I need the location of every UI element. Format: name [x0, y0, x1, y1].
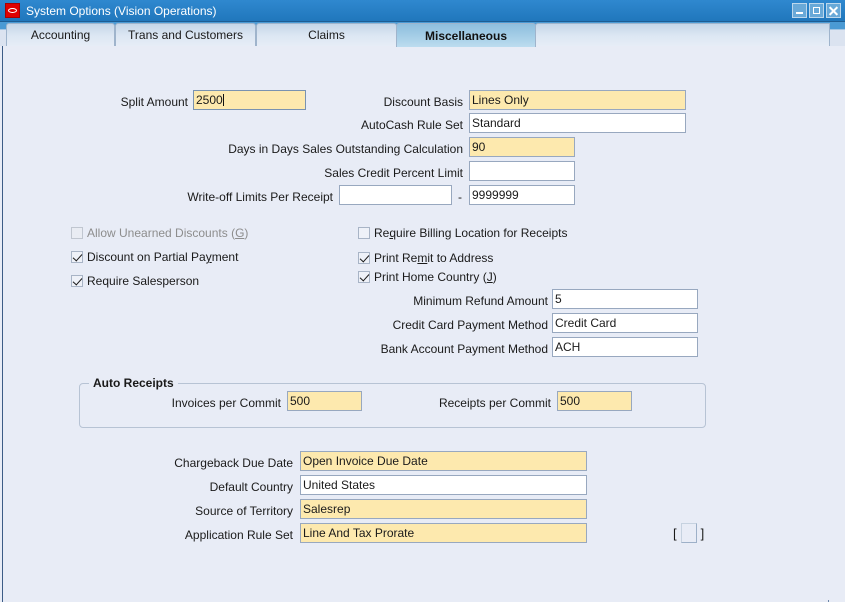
receipts-per-commit-label: Receipts per Commit [398, 396, 551, 410]
default-country-input[interactable]: United States [300, 475, 587, 495]
writeoff-limits-separator: - [458, 190, 462, 204]
tab-label: Trans and Customers [128, 28, 243, 42]
checkbox-box [71, 227, 83, 239]
discount-basis-label: Discount Basis [303, 95, 463, 109]
default-country-label: Default Country [113, 480, 293, 494]
sales-credit-percent-limit-label: Sales Credit Percent Limit [253, 166, 463, 180]
auto-receipts-group-title: Auto Receipts [89, 376, 178, 390]
tab-accounting[interactable]: Accounting [6, 23, 115, 46]
bank-account-payment-method-input[interactable]: ACH [552, 337, 698, 357]
checkbox-print-remit-to-address[interactable]: Print Remit to Address [358, 251, 493, 265]
split-amount-label: Split Amount [33, 95, 188, 109]
minimum-refund-amount-label: Minimum Refund Amount [343, 294, 548, 308]
checkbox-box [358, 227, 370, 239]
credit-card-payment-method-label: Credit Card Payment Method [343, 318, 548, 332]
discount-basis-input[interactable]: Lines Only [469, 90, 686, 110]
application-rule-set-lov: [ ] [673, 523, 704, 543]
autocash-rule-set-label: AutoCash Rule Set [303, 118, 463, 132]
application-window: System Options (Vision Operations) Accou… [0, 0, 845, 602]
lov-bracket-open: [ [673, 526, 677, 541]
checkbox-label: Print Remit to Address [374, 251, 493, 265]
split-amount-value: 2500 [196, 93, 223, 107]
writeoff-limits-to-input[interactable]: 9999999 [469, 185, 575, 205]
split-amount-input[interactable]: 2500 [193, 90, 306, 110]
application-rule-set-label: Application Rule Set [113, 528, 293, 542]
source-of-territory-input[interactable]: Salesrep [300, 499, 587, 519]
tab-claims[interactable]: Claims [256, 23, 397, 46]
source-of-territory-label: Source of Territory [113, 504, 293, 518]
lov-button-icon[interactable] [681, 523, 697, 543]
checkbox-label: Allow Unearned Discounts (G) [87, 226, 248, 240]
sales-credit-percent-limit-input[interactable] [469, 161, 575, 181]
checkbox-label: Discount on Partial Payment [87, 250, 238, 264]
maximize-button[interactable] [809, 3, 824, 18]
checkbox-box [358, 271, 370, 283]
window-controls [792, 3, 841, 18]
tab-strip: Accounting Trans and Customers Claims Mi… [0, 22, 845, 46]
checkbox-print-home-country[interactable]: Print Home Country (J) [358, 270, 497, 284]
tab-strip-filler [535, 23, 830, 46]
checkbox-box [71, 275, 83, 287]
tab-label: Miscellaneous [425, 29, 507, 43]
credit-card-payment-method-input[interactable]: Credit Card [552, 313, 698, 333]
tab-trans-and-customers[interactable]: Trans and Customers [115, 23, 256, 46]
checkbox-label: Require Salesperson [87, 274, 199, 288]
window-title: System Options (Vision Operations) [26, 4, 217, 18]
checkbox-box [358, 252, 370, 264]
checkbox-discount-on-partial-payment[interactable]: Discount on Partial Payment [71, 250, 238, 264]
lov-bracket-close: ] [701, 526, 705, 541]
window-title-bar: System Options (Vision Operations) [0, 0, 845, 22]
tab-miscellaneous[interactable]: Miscellaneous [396, 23, 536, 47]
tab-label: Accounting [31, 28, 90, 42]
minimize-button[interactable] [792, 3, 807, 18]
checkbox-label: Require Billing Location for Receipts [374, 226, 567, 240]
writeoff-limits-label: Write-off Limits Per Receipt [113, 190, 333, 204]
days-dso-label: Days in Days Sales Outstanding Calculati… [153, 142, 463, 156]
minimum-refund-amount-input[interactable]: 5 [552, 289, 698, 309]
chargeback-due-date-input[interactable]: Open Invoice Due Date [300, 451, 587, 471]
checkbox-require-billing-location[interactable]: Require Billing Location for Receipts [358, 226, 567, 240]
writeoff-limits-from-input[interactable] [339, 185, 452, 205]
chargeback-due-date-label: Chargeback Due Date [113, 456, 293, 470]
close-button[interactable] [826, 3, 841, 18]
autocash-rule-set-input[interactable]: Standard [469, 113, 686, 133]
invoices-per-commit-label: Invoices per Commit [113, 396, 281, 410]
bank-account-payment-method-label: Bank Account Payment Method [343, 342, 548, 356]
form-canvas: Split Amount 2500 Discount Basis Lines O… [2, 46, 843, 600]
checkbox-allow-unearned-discounts[interactable]: Allow Unearned Discounts (G) [71, 226, 248, 240]
days-dso-input[interactable]: 90 [469, 137, 575, 157]
invoices-per-commit-input[interactable]: 500 [287, 391, 362, 411]
checkbox-require-salesperson[interactable]: Require Salesperson [71, 274, 199, 288]
text-caret [223, 94, 224, 106]
checkbox-box [71, 251, 83, 263]
checkbox-label: Print Home Country (J) [374, 270, 497, 284]
receipts-per-commit-input[interactable]: 500 [557, 391, 632, 411]
oracle-logo-icon [5, 3, 20, 18]
application-rule-set-input[interactable]: Line And Tax Prorate [300, 523, 587, 543]
tab-label: Claims [308, 28, 345, 42]
